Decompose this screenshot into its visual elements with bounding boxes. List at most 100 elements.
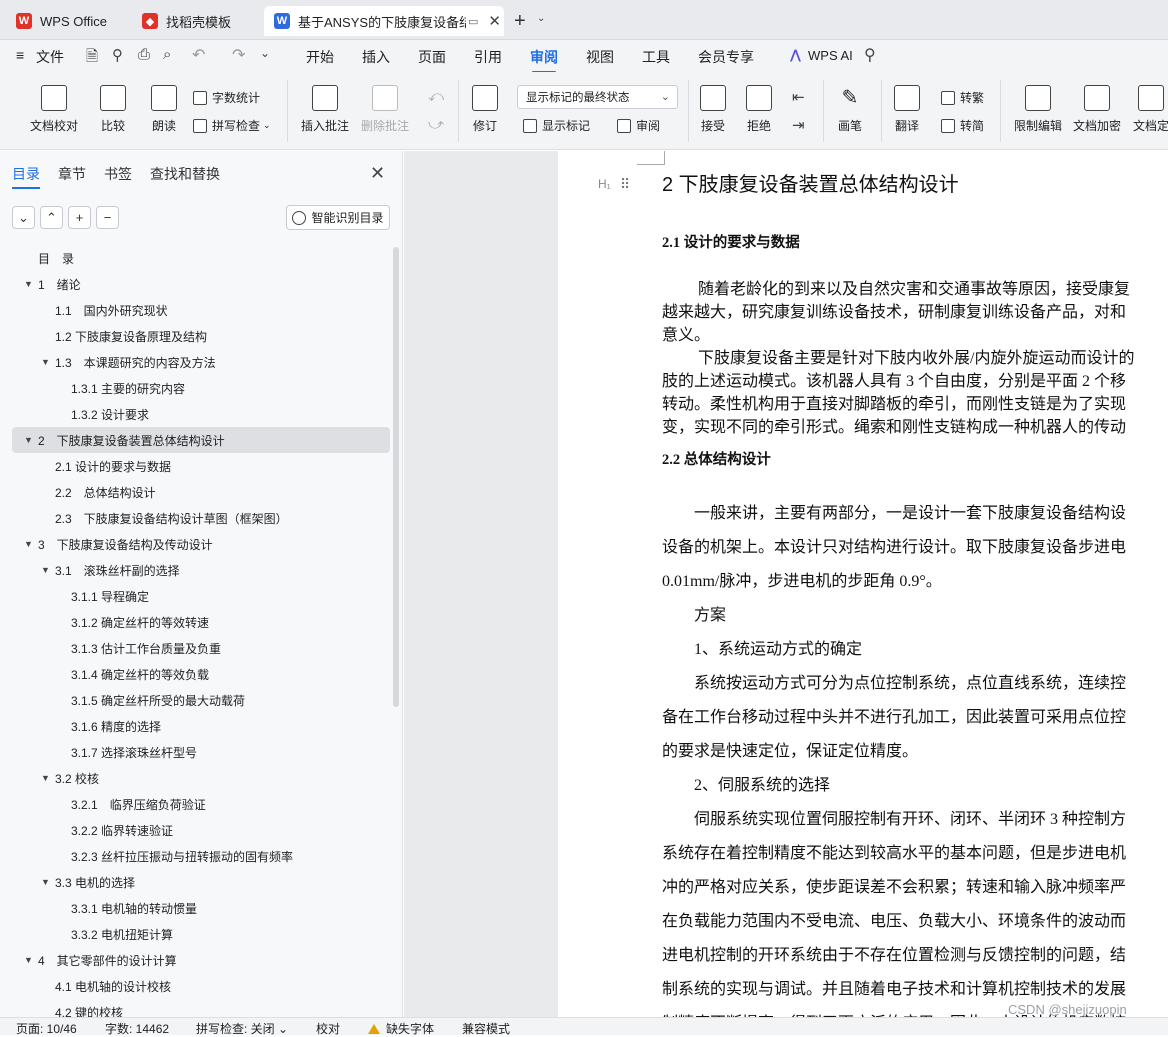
hamburger-icon[interactable]: ≡ xyxy=(16,47,24,63)
nav-tab-find-replace[interactable]: 查找和替换 xyxy=(150,164,220,184)
toc-item[interactable]: 3.1.5 确定丝杆所受的最大动载荷 xyxy=(12,687,390,713)
tab-wps-office[interactable]: W WPS Office xyxy=(6,6,124,36)
toc-item[interactable]: ▼ 3.1 滚珠丝杆副的选择 xyxy=(12,557,390,583)
nav-tab-sections[interactable]: 章节 xyxy=(58,164,86,184)
insert-comment-button[interactable]: 插入批注 xyxy=(301,85,349,134)
toc-item[interactable]: ▼ 2 下肢康复设备装置总体结构设计 xyxy=(12,427,390,453)
read-aloud-button[interactable]: 朗读 xyxy=(151,85,177,134)
toc-item[interactable]: 2.3 下肢康复设备结构设计草图（框架图） xyxy=(12,505,390,531)
toc-item[interactable]: ▼ 1.3 本课题研究的内容及方法 xyxy=(12,349,390,375)
toc-item[interactable]: 1.1 国内外研究现状 xyxy=(12,297,390,323)
new-tab-plus-icon[interactable]: + xyxy=(514,10,526,33)
menu-wps-ai[interactable]: WPS AI xyxy=(808,48,853,63)
search-icon[interactable]: ⚲ xyxy=(864,45,876,65)
toc-item[interactable]: ▼ 3.3 电机的选择 xyxy=(12,869,390,895)
toc-item[interactable]: 1.3.1 主要的研究内容 xyxy=(12,375,390,401)
missing-font-status[interactable]: 缺失字体 xyxy=(368,1020,434,1037)
toc-item[interactable]: 3.1.6 精度的选择 xyxy=(12,713,390,739)
collapse-up-button[interactable]: ⌃ xyxy=(40,206,63,229)
drag-handle-icon[interactable]: ⠿ xyxy=(620,176,630,193)
document-page[interactable]: H₁ ⠿ 2 下肢康复设备装置总体结构设计 2.1 设计的要求与数据 随着老龄化的… xyxy=(558,151,1168,1017)
toc-item[interactable]: ▼ 3.2 校核 xyxy=(12,765,390,791)
smart-toc-button[interactable]: 智能识别目录 xyxy=(286,205,390,230)
restrict-edit-button[interactable]: 限制编辑 xyxy=(1014,85,1062,134)
translate-button[interactable]: 翻译 xyxy=(894,85,920,134)
menu-home[interactable]: 开始 xyxy=(306,47,334,67)
undo-icon[interactable]: ↶ xyxy=(192,45,205,65)
toc-item[interactable]: 3.1.3 估计工作台质量及负重 xyxy=(12,635,390,661)
toc-item[interactable]: 3.3.1 电机轴的转动惯量 xyxy=(12,895,390,921)
toc-item[interactable]: 目 录 xyxy=(12,245,390,271)
expand-arrow-icon[interactable]: ▼ xyxy=(41,877,50,887)
page-count[interactable]: 页面: 10/46 xyxy=(16,1020,77,1037)
next-change-icon[interactable]: ⇥ xyxy=(792,116,805,134)
proofread-status[interactable]: 校对 xyxy=(316,1020,340,1037)
tab-docer-templates[interactable]: ◆ 找稻壳模板 xyxy=(132,6,258,36)
accept-button[interactable]: 接受 xyxy=(700,85,726,134)
compare-button[interactable]: 比较 xyxy=(100,85,126,134)
toc-item[interactable]: ▼ 3 下肢康复设备结构及传动设计 xyxy=(12,531,390,557)
doc-check-button[interactable]: 文档校对 xyxy=(30,85,78,134)
heading-marker[interactable]: H₁ xyxy=(598,177,611,191)
toc-item[interactable]: 3.1.2 确定丝杆的等效转速 xyxy=(12,609,390,635)
nav-tab-toc[interactable]: 目录 xyxy=(12,164,40,189)
encrypt-button[interactable]: 文档加密 xyxy=(1073,85,1121,134)
toc-item[interactable]: 3.1.4 确定丝杆的等效负载 xyxy=(12,661,390,687)
close-icon[interactable]: ✕ xyxy=(370,163,385,184)
remove-heading-button[interactable]: − xyxy=(96,206,119,229)
pen-button[interactable]: ✎ 画笔 xyxy=(837,85,863,134)
word-count[interactable]: 字数: 14462 xyxy=(105,1020,169,1037)
toc-item[interactable]: 3.2.3 丝杆拉压振动与扭转振动的固有频率 xyxy=(12,843,390,869)
expand-arrow-icon[interactable]: ▼ xyxy=(24,955,33,965)
nav-tab-bookmarks[interactable]: 书签 xyxy=(104,164,132,184)
toc-item[interactable]: 3.2.2 临界转速验证 xyxy=(12,817,390,843)
add-heading-button[interactable]: + xyxy=(68,206,91,229)
chevron-down-icon[interactable]: ⌄ xyxy=(537,13,545,24)
expand-arrow-icon[interactable]: ▼ xyxy=(24,435,33,445)
next-comment-icon[interactable]: ⤻ xyxy=(428,116,444,133)
delete-comment-button[interactable]: 删除批注 xyxy=(361,85,409,134)
toc-item[interactable]: 3.2.1 临界压缩负荷验证 xyxy=(12,791,390,817)
print-preview-icon[interactable]: ⌕ xyxy=(163,46,171,63)
spell-check-button[interactable]: 拼写检查 ⌄ xyxy=(193,117,271,134)
expand-arrow-icon[interactable]: ▼ xyxy=(41,565,50,575)
prev-comment-icon[interactable]: ⤺ xyxy=(428,88,444,105)
toc-item[interactable]: ▼ 4 其它零部件的设计计算 xyxy=(12,947,390,973)
expand-arrow-icon[interactable]: ▼ xyxy=(24,279,33,289)
expand-arrow-icon[interactable]: ▼ xyxy=(24,539,33,549)
expand-arrow-icon[interactable]: ▼ xyxy=(41,773,50,783)
reject-button[interactable]: 拒绝 xyxy=(746,85,772,134)
menu-member[interactable]: 会员专享 xyxy=(698,47,754,67)
doc-final-button[interactable]: 文档定 xyxy=(1133,85,1168,134)
review-pane-button[interactable]: 审阅 xyxy=(617,117,660,134)
menu-insert[interactable]: 插入 xyxy=(362,47,390,67)
menu-references[interactable]: 引用 xyxy=(474,47,502,67)
expand-arrow-icon[interactable]: ▼ xyxy=(41,357,50,367)
to-simplified-button[interactable]: 转简 xyxy=(941,117,984,134)
word-count-button[interactable]: 字数统计 xyxy=(193,89,260,106)
toc-item[interactable]: 1.3.2 设计要求 xyxy=(12,401,390,427)
redo-icon[interactable]: ↷ xyxy=(232,45,245,65)
expand-down-button[interactable]: ⌄ xyxy=(12,206,35,229)
print-icon[interactable]: ⎙ xyxy=(138,46,150,63)
share-icon[interactable]: ⚲ xyxy=(112,46,123,64)
toc-item[interactable]: 3.3.2 电机扭矩计算 xyxy=(12,921,390,947)
more-chevron-icon[interactable]: ⌄ xyxy=(260,46,270,60)
toc-item[interactable]: 3.1.1 导程确定 xyxy=(12,583,390,609)
menu-file[interactable]: 文件 xyxy=(36,47,64,67)
toc-item[interactable]: 2.1 设计的要求与数据 xyxy=(12,453,390,479)
track-changes-button[interactable]: 修订 xyxy=(472,85,498,134)
spell-check-status[interactable]: 拼写检查: 关闭 ⌄ xyxy=(196,1020,288,1037)
tab-current-document[interactable]: W 基于ANSYS的下肢康复设备结 ▭ ✕ xyxy=(264,6,504,36)
close-icon[interactable]: ✕ xyxy=(488,12,501,30)
toc-item[interactable]: 3.1.7 选择滚珠丝杆型号 xyxy=(12,739,390,765)
toc-item[interactable]: ▼ 1 绪论 xyxy=(12,271,390,297)
show-markup-button[interactable]: 显示标记 xyxy=(523,117,590,134)
save-icon[interactable]: 🗎 xyxy=(86,46,98,71)
menu-tools[interactable]: 工具 xyxy=(642,47,670,67)
menu-review[interactable]: 审阅 xyxy=(530,47,558,73)
prev-change-icon[interactable]: ⇤ xyxy=(792,88,805,106)
menu-view[interactable]: 视图 xyxy=(586,47,614,67)
toc-item[interactable]: 1.2 下肢康复设备原理及结构 xyxy=(12,323,390,349)
toc-scrollbar[interactable] xyxy=(393,247,399,707)
